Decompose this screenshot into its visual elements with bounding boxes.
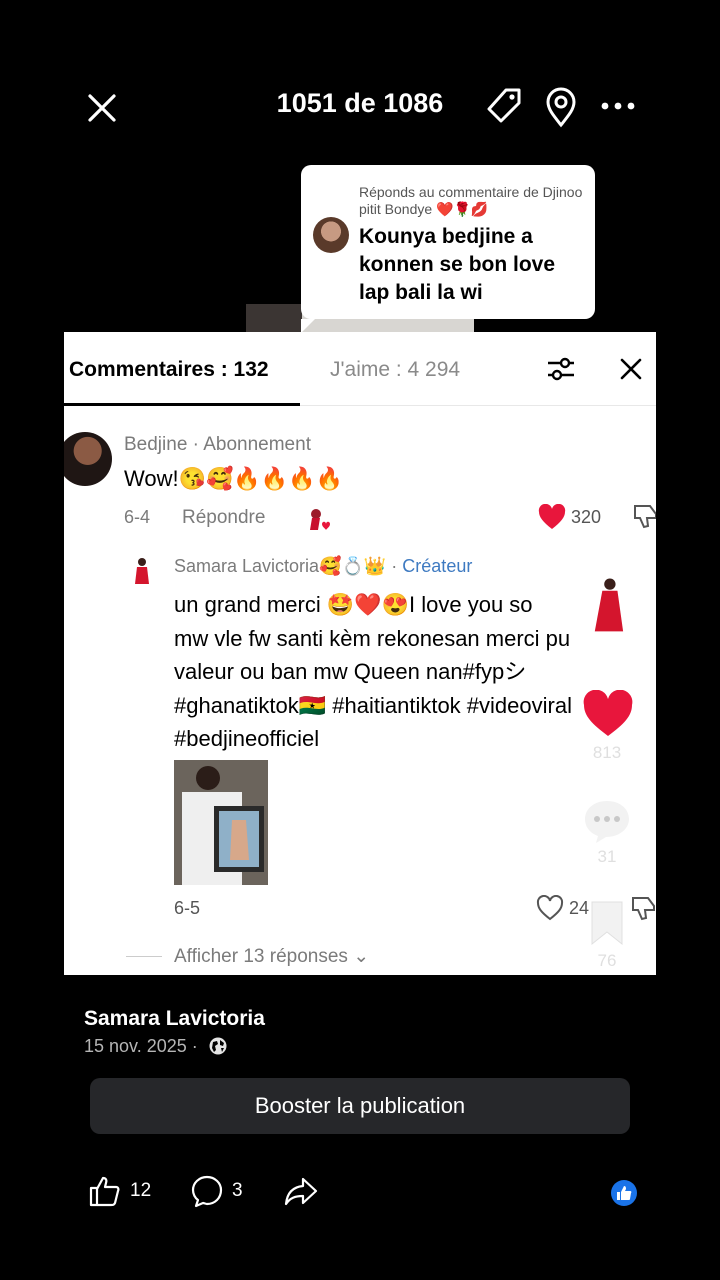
heart-outline-icon[interactable] bbox=[536, 895, 564, 921]
avatar[interactable] bbox=[124, 554, 160, 590]
author-name: Samara Lavictoria🥰💍👑 · bbox=[174, 556, 403, 576]
location-pin-icon[interactable] bbox=[543, 86, 579, 128]
image-thumbnail bbox=[174, 760, 268, 885]
dislike-icon[interactable] bbox=[632, 502, 656, 530]
comment-action[interactable]: 3 bbox=[190, 1174, 243, 1208]
comment-line: valeur ou ban mw Queen nan#fypシ bbox=[174, 659, 527, 684]
thumbs-up-badge-icon bbox=[617, 1186, 632, 1200]
like-reaction-badge[interactable] bbox=[611, 1180, 637, 1206]
avatar-figure bbox=[574, 569, 642, 637]
comment-date: 6-5 bbox=[174, 898, 201, 918]
tab-likes[interactable]: J'aime : 4 294 bbox=[330, 358, 460, 382]
filter-icon[interactable] bbox=[546, 354, 576, 384]
like-count: 12 bbox=[130, 1180, 152, 1201]
heart-filled-icon[interactable] bbox=[538, 504, 566, 530]
comment-count: 3 bbox=[232, 1180, 243, 1201]
creator-badge: Créateur bbox=[402, 556, 473, 576]
post-date: 15 nov. 2025 · bbox=[84, 1036, 227, 1057]
comment-image[interactable] bbox=[174, 760, 268, 885]
rail-comment-count: 31 bbox=[597, 847, 617, 866]
comments-tabs: Commentaires : 132 J'aime : 4 294 bbox=[64, 332, 656, 406]
more-options-icon[interactable] bbox=[600, 98, 636, 114]
reply-sticker: Réponds au commentaire de Djinoo pitit B… bbox=[301, 165, 595, 333]
show-replies-link[interactable]: Afficher 13 réponses ⌄ bbox=[174, 945, 369, 968]
active-tab-indicator bbox=[64, 403, 300, 406]
bookmark-icon[interactable] bbox=[589, 900, 625, 946]
post-date-text: 15 nov. 2025 · bbox=[84, 1036, 198, 1056]
share-action[interactable] bbox=[284, 1174, 326, 1208]
avatar[interactable] bbox=[64, 432, 112, 486]
like-action[interactable]: 12 bbox=[88, 1174, 151, 1208]
close-icon[interactable] bbox=[84, 90, 120, 126]
comment-text: Wow!😘🥰🔥🔥🔥🔥 bbox=[124, 466, 343, 491]
thumbs-up-icon bbox=[89, 1176, 120, 1207]
close-comments-icon[interactable] bbox=[620, 358, 642, 380]
globe-icon bbox=[209, 1037, 227, 1055]
tab-comments[interactable]: Commentaires : 132 bbox=[69, 358, 269, 382]
avatar-figure bbox=[135, 558, 149, 584]
rail-like-count: 813 bbox=[592, 743, 622, 762]
tag-icon[interactable] bbox=[484, 86, 524, 126]
comment-author[interactable]: Bedjine · Abonnement bbox=[124, 434, 311, 456]
reply-button[interactable]: Répondre bbox=[182, 507, 265, 529]
comment-date: 6-4 bbox=[124, 507, 151, 527]
comment-author[interactable]: Samara Lavictoria🥰💍👑 · Créateur bbox=[174, 556, 472, 577]
dislike-icon[interactable] bbox=[630, 894, 656, 922]
comment-icon bbox=[191, 1175, 223, 1208]
photo-counter: 1051 de 1086 bbox=[276, 88, 444, 118]
post-author[interactable]: Samara Lavictoria bbox=[84, 1007, 265, 1031]
like-count: 320 bbox=[571, 507, 602, 527]
reply-caption: Réponds au commentaire de Djinoo pitit B… bbox=[359, 184, 583, 217]
rail-save-count: 76 bbox=[597, 951, 617, 970]
like-count: 24 bbox=[569, 898, 590, 918]
creator-liked-icon bbox=[310, 509, 330, 530]
reply-text: Kounya bedjine a konnen se bon love lap … bbox=[359, 225, 556, 304]
creator-avatar[interactable] bbox=[572, 567, 644, 639]
divider bbox=[126, 956, 162, 957]
heart-icon[interactable] bbox=[582, 690, 634, 738]
share-icon bbox=[284, 1177, 318, 1206]
comment-bubble-icon[interactable] bbox=[582, 797, 632, 845]
reply-avatar bbox=[313, 217, 349, 253]
boost-post-button[interactable]: Booster la publication bbox=[90, 1078, 630, 1134]
post-media[interactable]: Commentaires : 132 J'aime : 4 294 Bedjin… bbox=[64, 332, 656, 975]
